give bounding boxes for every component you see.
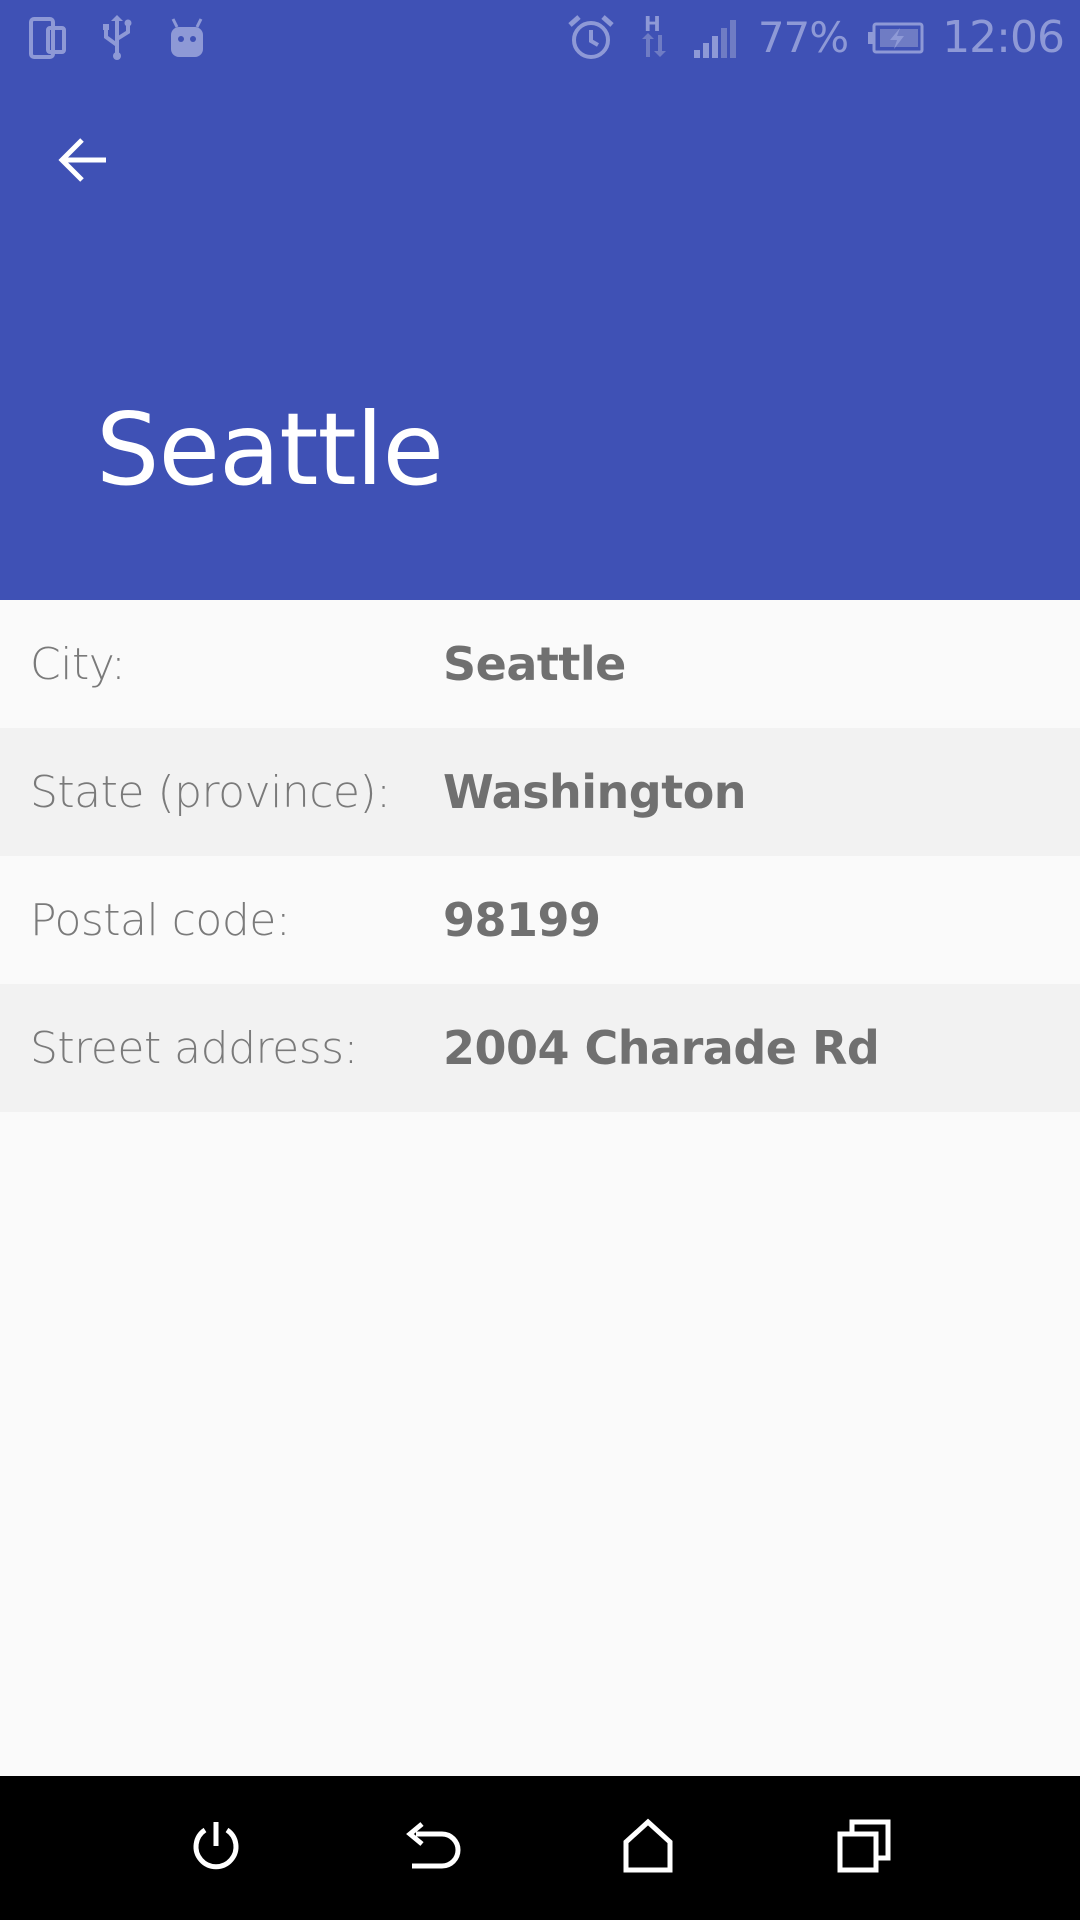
detail-row-city: City: Seattle [0,600,1080,728]
power-icon [188,1818,244,1879]
signal-icon [692,18,740,58]
android-debug-icon [168,17,206,59]
recents-button[interactable] [814,1798,914,1898]
detail-label: Street address: [30,1022,358,1074]
detail-value: Seattle [443,637,626,691]
arrow-back-icon [58,136,110,189]
network-data-icon: H [634,13,674,63]
navigation-bar [0,1776,1080,1920]
back-icon [402,1820,462,1877]
detail-row-state: State (province): Washington [0,728,1080,856]
battery-percent: 77% [757,13,849,62]
svg-text:H: H [644,13,661,36]
usb-icon [100,14,134,61]
screen-rotate-icon [28,16,66,60]
detail-value: 98199 [443,893,601,947]
page-title: Seattle [96,391,444,508]
power-button[interactable] [166,1798,266,1898]
detail-value: 2004 Charade Rd [443,1021,880,1075]
detail-label: City: [30,638,126,690]
status-right-icons: H 77% 12:06 [566,0,1065,75]
home-button[interactable] [598,1798,698,1898]
back-button[interactable] [40,118,128,206]
detail-label: State (province): [30,766,391,818]
recents-icon [836,1818,892,1879]
detail-value: Washington [443,765,747,819]
status-left-icons [28,0,206,75]
details-list: City: Seattle State (province): Washingt… [0,600,1080,1112]
status-bar: H 77% 12:06 [0,0,1080,75]
alarm-icon [566,13,616,63]
app-bar: Seattle [0,75,1080,600]
screen: H 77% 12:06 Seattle City: Seattle State … [0,0,1080,1920]
detail-label: Postal code: [30,894,291,946]
clock: 12:06 [942,12,1065,63]
detail-row-postal-code: Postal code: 98199 [0,856,1080,984]
nav-back-button[interactable] [382,1798,482,1898]
battery-charging-icon [866,22,924,54]
home-icon [620,1818,676,1879]
detail-row-street-address: Street address: 2004 Charade Rd [0,984,1080,1112]
